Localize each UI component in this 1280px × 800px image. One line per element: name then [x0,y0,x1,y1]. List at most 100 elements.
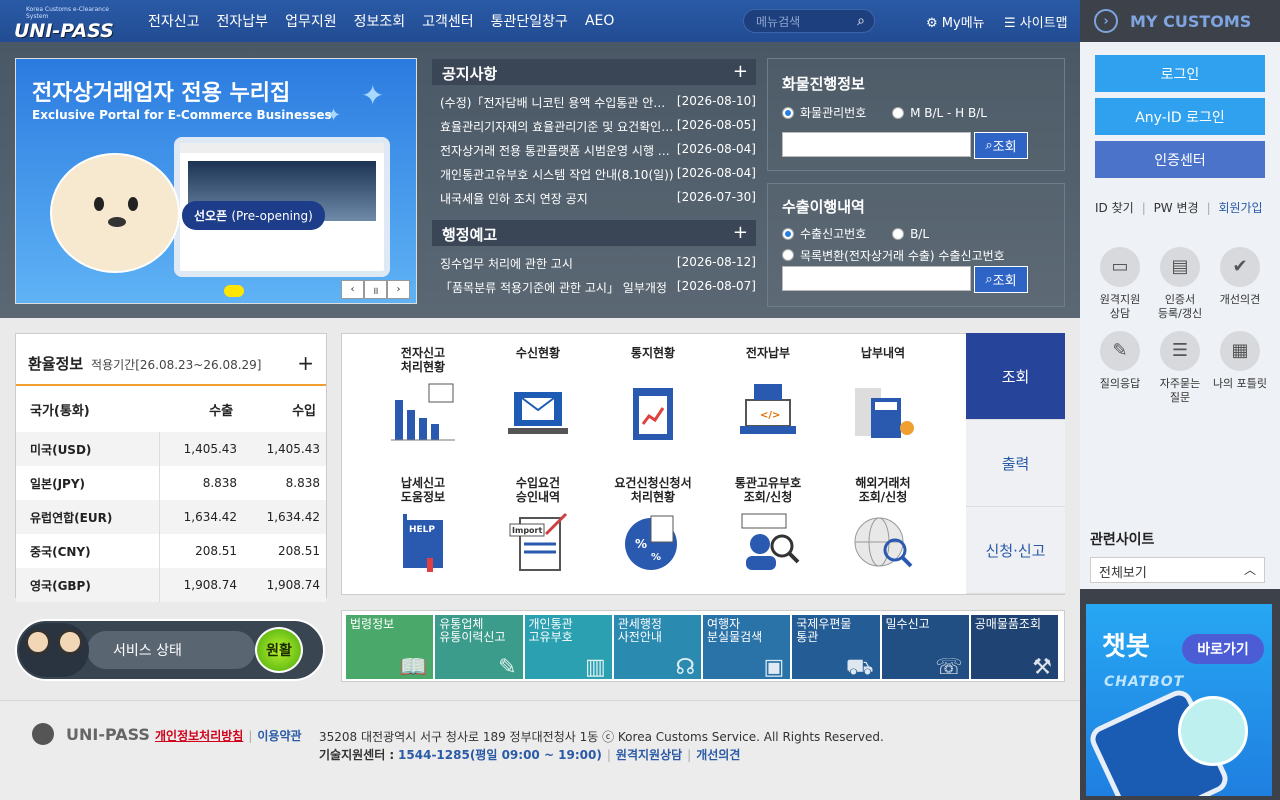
pause-icon[interactable]: ॥ [364,280,387,299]
privacy-policy-link[interactable]: 개인정보처리방침 [155,729,243,743]
export-decl-radio[interactable]: 수출신고번호 [782,225,866,242]
tile-law-info[interactable]: 법령정보 📖 [346,615,434,679]
menu-electronic-payment[interactable]: 전자납부 </> [718,346,818,444]
admin-notice-item[interactable]: 징수업무 처리에 관한 고시 [2026-08-12] [440,255,756,279]
tab-print[interactable]: 출력 [966,420,1065,507]
notice-date: [2026-07-30] [676,190,756,204]
slide-indicator[interactable] [224,285,244,297]
main-banner[interactable]: ✦ ✦ 전자상거래업자 전용 누리집 Exclusive Portal for … [15,58,417,304]
tile-intl-mail[interactable]: 국제우편물 통관 ⛟ [792,615,880,679]
my-menu-button[interactable]: ⚙ My메뉴 [926,12,985,31]
plus-icon[interactable]: + [733,222,748,243]
feedback-item[interactable]: ✔ 개선의견 [1210,247,1270,307]
nav-business-support[interactable]: 업무지원 [285,11,337,31]
percent-document-icon: %% [621,510,685,574]
cargo-mgmt-no-radio[interactable]: 화물관리번호 [782,104,866,121]
menu-label: 해외거래처 조회/신청 [855,476,911,504]
certificate-item[interactable]: ▤ 인증서 등록/갱신 [1150,247,1210,321]
tile-customs-guide[interactable]: 관세행정 사전안내 ☊ [613,615,701,679]
nav-customer-center[interactable]: 고객센터 [422,11,474,31]
next-arrow-icon[interactable]: › [387,280,410,299]
tab-application[interactable]: 신청·신고 [966,507,1065,594]
quick-label-feedback: 개선의견 [1219,293,1261,306]
tile-auction[interactable]: 공매물품조회 ⚒ [970,615,1058,680]
quick-icons: ▭ 원격지원 상담 ▤ 인증서 등록/갱신 ✔ 개선의견 ✎ 질의응답 ☰ 자주묻는 질문… [1080,226,1280,536]
chatbot-go-button[interactable]: 바로가기 [1182,634,1264,664]
find-id-link[interactable]: ID 찾기 [1095,201,1134,215]
tile-lost-items[interactable]: 여행자 분실물검색 ▣ [703,615,791,680]
prev-arrow-icon[interactable]: ‹ [341,280,364,299]
related-sites-select[interactable]: 전체보기 ︿ [1090,557,1265,583]
signup-link[interactable]: 회원가입 [1218,201,1262,215]
change-pw-link[interactable]: PW 변경 [1154,201,1199,215]
menu-tax-help[interactable]: 납세신고 도움정보 HELP [373,476,473,574]
nav-aeo[interactable]: AEO [585,13,614,29]
cargo-number-input[interactable] [782,131,971,157]
tile-distribution[interactable]: 유통업체 유통이력신고 ✎ [435,615,523,679]
nav-electronic-payment[interactable]: 전자납부 [217,11,269,31]
uni-pass-logo[interactable]: Korea Customs e-Clearance System UNI-PAS… [14,6,122,42]
any-id-login-button[interactable]: Any-ID 로그인 [1095,98,1265,135]
quick-label-qna: 질의응답 [1099,377,1141,390]
notice-date: [2026-08-04] [676,142,756,156]
feedback-link[interactable]: 개선의견 [696,748,740,762]
cargo-search-button[interactable]: ⌕ 조회 [974,131,1028,159]
search-icon[interactable]: ⌕ [857,13,865,29]
gavel-icon: ⚒ [1032,655,1052,680]
faq-item[interactable]: ☰ 자주묻는 질문 [1150,331,1210,405]
notice-item[interactable]: 전자상거래 전용 통관플랫폼 시범운영 시행 안내 [2026-08-04] [440,142,756,166]
phone-24h-icon: ☏ [935,655,963,680]
nav-single-window[interactable]: 통관단일창구 [491,11,568,31]
exchange-title: 환율정보 [28,355,84,373]
bl-radio[interactable]: M B/L - H B/L [892,106,987,120]
terms-link[interactable]: 이용약관 [257,729,301,743]
certificate-center-button[interactable]: 인증센터 [1095,141,1265,178]
export-title: 수출이행내역 [782,198,865,216]
qna-item[interactable]: ✎ 질의응답 [1090,331,1150,391]
plus-icon[interactable]: + [297,351,314,375]
plus-icon[interactable]: + [733,61,748,82]
menu-receipt-status[interactable]: 수신현황 [488,346,588,444]
export-search-button[interactable]: ⌕ 조회 [974,266,1028,293]
chatbot-banner[interactable]: 챗봇 CHATBOT 바로가기 [1086,604,1272,796]
notice-text: 내국세율 인하 조치 연장 공지 [440,192,588,206]
notice-text: 전자상거래 전용 통관플랫폼 시범운영 시행 안내 [440,144,676,158]
admin-notice-item[interactable]: 「품목분류 적용기준에 관한 고시」 일부개정 [2026-08-07] [440,279,756,303]
nav-info-inquiry[interactable]: 정보조회 [354,11,406,31]
tech-support-phone: 1544-1285(평일 09:00 ~ 19:00) [398,748,602,762]
table-row: 유럽연합(EUR) 1,634.42 1,634.42 [16,500,326,534]
tile-smuggling-report[interactable]: 밀수신고 ☏ [881,615,969,680]
banner-controls: ‹ ॥ › [341,280,410,299]
package-icon: ▣ [763,655,785,680]
menu-customs-code[interactable]: 통관고유부호 조회/신청 [718,476,818,574]
menu-requirement-application[interactable]: 요건신청신청서 처리현황%% [603,476,703,574]
menu-search-input[interactable]: 메뉴검색 ⌕ [743,9,875,33]
svg-text:</>: </> [760,410,780,421]
notice-item[interactable]: 효율관리기자재의 효율관리기준 및 요건확인 안내 [2026-08-05] [440,118,756,142]
notice-item[interactable]: (수정)「전자담배 니코틴 용액 수입통관 안내」 [2026-08-10] [440,94,756,118]
remote-support-item[interactable]: ▭ 원격지원 상담 [1090,247,1150,321]
sitemap-button[interactable]: ☰ 사이트맵 [1004,12,1068,31]
tab-inquiry[interactable]: 조회 [966,333,1065,420]
monitor-icon: ▭ [1100,247,1140,287]
menu-declaration-status[interactable]: 전자신고 처리현황 [373,346,473,444]
menu-import-approval[interactable]: 수입요건 승인내역 Import [488,476,588,574]
quick-label-portlet: 나의 포틀릿 [1212,377,1268,390]
notice-item[interactable]: 내국세율 인하 조치 연장 공지 [2026-07-30] [440,190,756,214]
tile-personal-code[interactable]: 개인통관 고유부호 ▥ [524,615,612,679]
nav-electronic-declaration[interactable]: 전자신고 [148,11,200,31]
export-bl-radio[interactable]: B/L [892,227,929,241]
menu-overseas-partner[interactable]: 해외거래처 조회/신청 [833,476,933,574]
export-list-radio[interactable]: 목록변환(전자상거래 수출) 수출신고번호 [782,247,1005,264]
remote-support-link[interactable]: 원격지원상담 [616,748,682,762]
export-number-input[interactable] [782,266,971,291]
portlet-item[interactable]: ▦ 나의 포틀릿 [1210,331,1270,391]
menu-payment-history[interactable]: 납부내역 [833,346,933,444]
exchange-table: 국가(통화) 수출 수입 미국(USD) 1,405.43 1,405.43 일본(JP… [16,386,326,602]
radio-label: 목록변환(전자상거래 수출) 수출신고번호 [800,248,1005,263]
menu-notice-status[interactable]: 통지현황 [603,346,703,444]
login-button[interactable]: 로그인 [1095,55,1265,92]
notice-item[interactable]: 개인통관고유부호 시스템 작업 안내(8.10(일)) [2026-08-04] [440,166,756,190]
banner-title: 전자상거래업자 전용 누리집 [32,81,291,106]
chevron-right-icon[interactable]: › [1094,9,1118,33]
